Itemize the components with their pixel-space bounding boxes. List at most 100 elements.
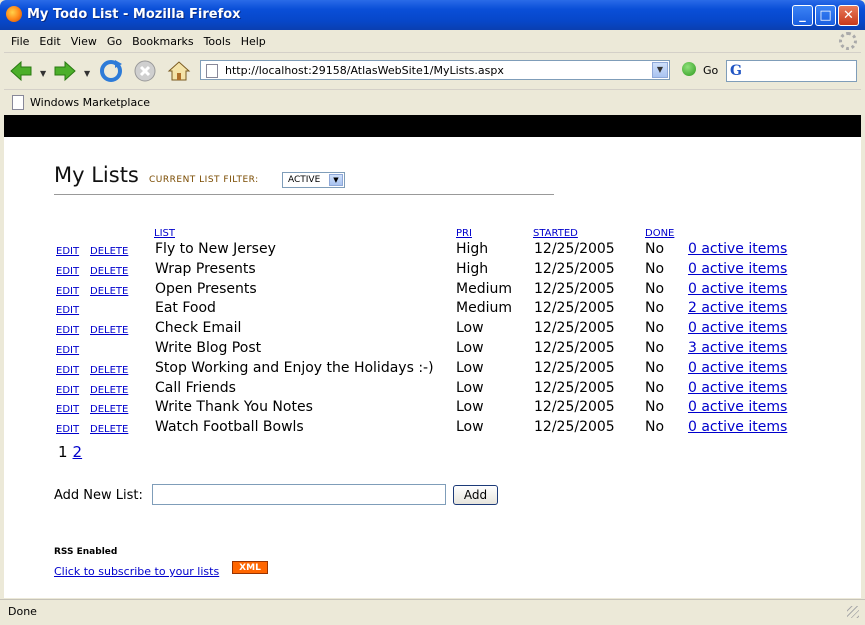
bookmarks-toolbar: Windows Marketplace (4, 90, 861, 114)
active-items-link[interactable]: 0 active items (688, 241, 787, 257)
active-items-link[interactable]: 0 active items (688, 360, 787, 376)
google-icon[interactable]: G (730, 63, 742, 79)
list-priority: Low (456, 359, 484, 376)
active-items-link[interactable]: 0 active items (688, 261, 787, 277)
list-started: 12/25/2005 (534, 379, 615, 396)
table-row: EDIT DELETE Open Presents Medium 12/25/2005 N… (4, 281, 861, 301)
url-text[interactable]: http://localhost:29158/AtlasWebSite1/MyL… (225, 64, 504, 77)
page-content: My Lists CURRENT LIST FILTER: ACTIVE ▼ L… (4, 115, 861, 598)
delete-link[interactable]: DELETE (90, 385, 128, 396)
edit-link[interactable]: EDIT (56, 424, 79, 435)
edit-link[interactable]: EDIT (56, 286, 79, 297)
chevron-down-icon[interactable]: ▼ (329, 174, 343, 186)
status-bar: Done (0, 599, 865, 625)
search-box[interactable]: G (726, 60, 857, 82)
reload-icon[interactable] (98, 58, 124, 84)
list-priority: High (456, 241, 489, 257)
window-title: My Todo List - Mozilla Firefox (27, 7, 241, 22)
list-done: No (645, 260, 665, 277)
back-arrow-icon[interactable] (8, 58, 34, 84)
stop-icon[interactable] (132, 58, 158, 84)
resize-grip-icon[interactable] (847, 606, 859, 618)
edit-link[interactable]: EDIT (56, 325, 79, 336)
url-bar[interactable]: http://localhost:29158/AtlasWebSite1/MyL… (200, 60, 670, 80)
close-button[interactable]: ✕ (838, 5, 859, 26)
table-row: EDIT DELETE Fly to New Jersey High 12/25/200… (4, 241, 861, 261)
list-priority: Low (456, 379, 484, 396)
menu-tools[interactable]: Tools (199, 31, 236, 53)
header-band (4, 115, 861, 137)
edit-link[interactable]: EDIT (56, 305, 79, 316)
subscribe-link[interactable]: Click to subscribe to your lists (54, 565, 219, 578)
delete-link[interactable]: DELETE (90, 424, 128, 435)
edit-link[interactable]: EDIT (56, 404, 79, 415)
menu-bookmarks[interactable]: Bookmarks (127, 31, 198, 53)
page-icon (206, 64, 218, 78)
add-button[interactable]: Add (453, 485, 498, 505)
maximize-button[interactable]: □ (815, 5, 836, 26)
active-items-link[interactable]: 0 active items (688, 380, 787, 396)
list-started: 12/25/2005 (534, 300, 615, 317)
delete-link[interactable]: DELETE (90, 286, 128, 297)
delete-link[interactable]: DELETE (90, 266, 128, 277)
column-header-pri[interactable]: PRI (456, 228, 472, 239)
xml-badge[interactable]: XML (232, 561, 268, 574)
column-header-list[interactable]: LIST (154, 228, 175, 239)
table-row: EDIT DELETE Stop Working and Enjoy the Hol… (4, 360, 861, 380)
edit-link[interactable]: EDIT (56, 365, 79, 376)
forward-dropdown-icon[interactable]: ▼ (84, 69, 90, 78)
throbber-icon (839, 32, 857, 50)
add-list-input[interactable] (152, 484, 446, 505)
home-icon[interactable] (166, 58, 192, 84)
active-items-link[interactable]: 0 active items (688, 399, 787, 415)
list-name: Call Friends (155, 379, 236, 396)
edit-link[interactable]: EDIT (56, 266, 79, 277)
table-row: EDIT DELETE Call Friends Low 12/25/2005 No 0 a… (4, 380, 861, 400)
bookmark-page-icon (12, 95, 24, 110)
menu-go[interactable]: Go (102, 31, 127, 53)
active-items-link[interactable]: 0 active items (688, 320, 787, 336)
list-started: 12/25/2005 (534, 260, 615, 277)
table-row: EDIT DELETE Check Email Low 12/25/2005 No 0 ac… (4, 320, 861, 340)
list-name: Open Presents (155, 280, 257, 297)
delete-link[interactable]: DELETE (90, 325, 128, 336)
delete-link[interactable]: DELETE (90, 365, 128, 376)
menu-help[interactable]: Help (236, 31, 271, 53)
list-started: 12/25/2005 (534, 241, 615, 257)
table-row: EDIT DELETE Watch Football Bowls Low 12/25/2… (4, 419, 861, 439)
delete-link[interactable]: DELETE (90, 404, 128, 415)
list-done: No (645, 340, 665, 356)
go-icon[interactable] (682, 62, 696, 76)
bookmark-windows-marketplace[interactable]: Windows Marketplace (30, 96, 150, 109)
list-started: 12/25/2005 (534, 280, 615, 297)
column-header-done[interactable]: DONE (645, 228, 674, 239)
active-items-link[interactable]: 0 active items (688, 419, 787, 435)
edit-link[interactable]: EDIT (56, 385, 79, 396)
table-row: EDIT DELETE Wrap Presents High 12/25/2005 No 0… (4, 261, 861, 281)
forward-arrow-icon[interactable] (52, 58, 78, 84)
menu-edit[interactable]: Edit (34, 31, 65, 53)
column-header-started[interactable]: STARTED (533, 228, 578, 239)
filter-label: CURRENT LIST FILTER: (149, 175, 259, 185)
list-started: 12/25/2005 (534, 419, 615, 436)
page-link-2[interactable]: 2 (73, 443, 83, 461)
filter-select[interactable]: ACTIVE ▼ (282, 172, 345, 188)
go-button-label[interactable]: Go (703, 64, 718, 77)
minimize-button[interactable]: _ (792, 5, 813, 26)
url-dropdown-icon[interactable]: ▼ (652, 62, 668, 78)
active-items-link[interactable]: 0 active items (688, 281, 787, 297)
menu-file[interactable]: File (4, 31, 34, 53)
navigation-toolbar: ▼ ▼ http://localhost:29158/AtlasWebSite1… (4, 53, 861, 90)
table-row: EDIT DELETE Write Thank You Notes Low 12/25/… (4, 399, 861, 419)
list-done: No (645, 359, 665, 376)
menu-view[interactable]: View (66, 31, 102, 53)
edit-link[interactable]: EDIT (56, 246, 79, 257)
delete-link[interactable]: DELETE (90, 246, 128, 257)
edit-link[interactable]: EDIT (56, 345, 79, 356)
active-items-link[interactable]: 3 active items (688, 340, 787, 356)
list-done: No (645, 419, 665, 436)
list-done: No (645, 300, 665, 317)
list-priority: Low (456, 320, 484, 337)
back-dropdown-icon[interactable]: ▼ (40, 69, 46, 78)
active-items-link[interactable]: 2 active items (688, 300, 787, 316)
